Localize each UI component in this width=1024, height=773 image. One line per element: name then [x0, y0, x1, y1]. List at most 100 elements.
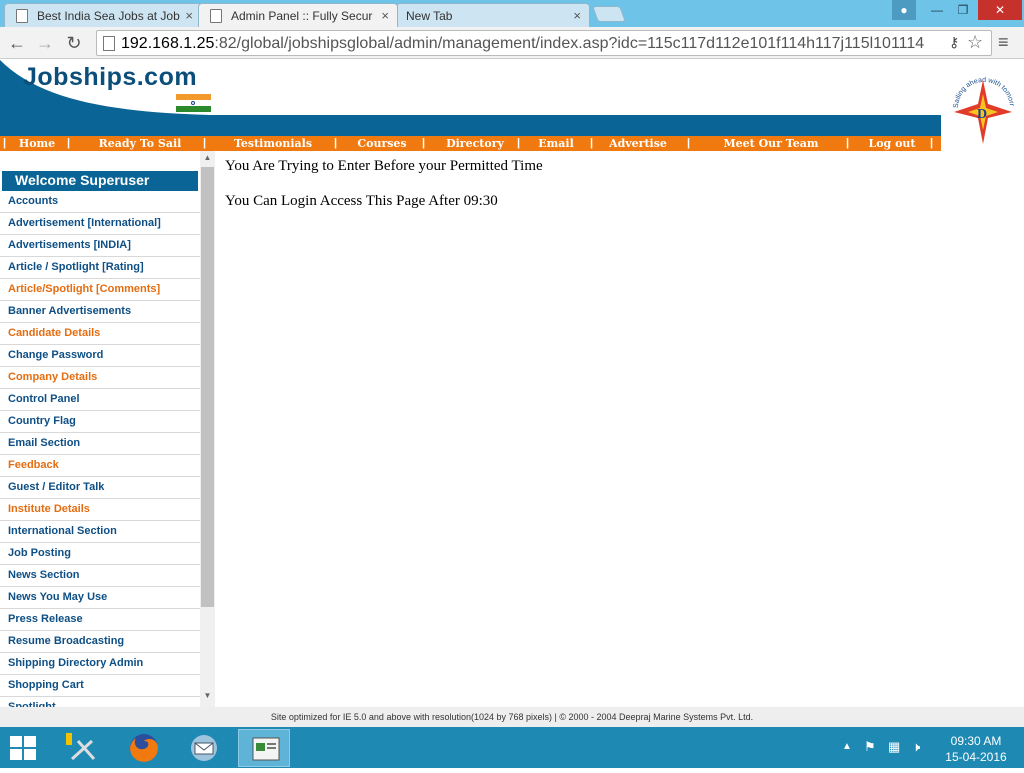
bookmark-star-icon[interactable]: ☆: [967, 32, 983, 53]
nav-meet-our-team[interactable]: Meet Our Team: [700, 136, 842, 151]
url-host: 192.168.1.25: [121, 35, 215, 52]
page-icon: [16, 9, 28, 23]
page-footer: Site optimized for IE 5.0 and above with…: [0, 707, 1024, 727]
site-logo[interactable]: Jobships.com: [23, 63, 197, 92]
minimize-button[interactable]: —: [924, 0, 950, 20]
tools-app-icon[interactable]: [58, 729, 110, 767]
sidebar-item-resume-broadcasting[interactable]: Resume Broadcasting: [0, 631, 200, 653]
address-bar[interactable]: 192.168.1.25:82/global/jobshipsglobal/ad…: [96, 30, 992, 56]
sidebar-item-article-spotlight-comments[interactable]: Article/Spotlight [Comments]: [0, 279, 200, 301]
page-icon: [103, 36, 115, 51]
sidebar-item-international-section[interactable]: International Section: [0, 521, 200, 543]
scroll-down-icon[interactable]: ▼: [200, 691, 215, 700]
key-icon[interactable]: ⚷: [949, 34, 959, 51]
nav-separator: |: [3, 137, 7, 149]
url-text: 192.168.1.25:82/global/jobshipsglobal/ad…: [121, 35, 924, 53]
clock-date: 15-04-2016: [945, 750, 1007, 764]
svg-text:D: D: [977, 107, 987, 122]
nav-home[interactable]: Home: [14, 136, 60, 151]
windows-taskbar: ▲ ⚑ ▦ 🕨 09:30 AM 15-04-2016: [0, 727, 1024, 768]
company-seal-logo: Sailing ahead with tomorrow D: [942, 64, 1015, 144]
nav-separator: |: [517, 137, 521, 149]
nav-directory[interactable]: Directory: [436, 136, 514, 151]
tab-title: Admin Panel :: Fully Secur: [231, 9, 373, 23]
page-icon: [210, 9, 222, 23]
sidebar-item-accounts[interactable]: Accounts: [0, 191, 200, 213]
network-icon[interactable]: ▦: [888, 739, 900, 755]
close-window-button[interactable]: ✕: [978, 0, 1022, 20]
sidebar-item-job-posting[interactable]: Job Posting: [0, 543, 200, 565]
top-navigation: | Home | Ready To Sail | Testimonials | …: [0, 136, 941, 151]
sidebar-item-spotlight[interactable]: Spotlight: [0, 697, 200, 707]
sidebar-item-institute-details[interactable]: Institute Details: [0, 499, 200, 521]
nav-log-out[interactable]: Log out: [856, 136, 928, 151]
nav-email[interactable]: Email: [528, 136, 584, 151]
nav-testimonials[interactable]: Testimonials: [222, 136, 324, 151]
nav-separator: |: [67, 137, 71, 149]
forward-icon[interactable]: →: [34, 32, 56, 54]
user-icon[interactable]: ●: [892, 0, 916, 20]
new-tab-button[interactable]: [592, 6, 626, 22]
sidebar-item-company-details[interactable]: Company Details: [0, 367, 200, 389]
sidebar-item-banner-advertisements[interactable]: Banner Advertisements: [0, 301, 200, 323]
back-icon[interactable]: ←: [6, 32, 28, 54]
system-clock[interactable]: 09:30 AM 15-04-2016: [936, 733, 1016, 765]
tab-title: New Tab: [406, 9, 453, 23]
reload-icon[interactable]: ↻: [63, 32, 85, 54]
sidebar-item-press-release[interactable]: Press Release: [0, 609, 200, 631]
close-icon[interactable]: ×: [573, 8, 581, 23]
close-icon[interactable]: ×: [381, 8, 389, 23]
windows-start-icon[interactable]: [10, 736, 36, 760]
sidebar-item-country-flag[interactable]: Country Flag: [0, 411, 200, 433]
tab-new-tab[interactable]: New Tab ×: [396, 3, 590, 27]
sidebar-item-shopping-cart[interactable]: Shopping Cart: [0, 675, 200, 697]
nav-separator: |: [687, 137, 691, 149]
site-banner: Jobships.com: [0, 60, 941, 136]
nav-courses[interactable]: Courses: [346, 136, 418, 151]
flag-icon[interactable]: ⚑: [864, 739, 876, 755]
volume-muted-icon[interactable]: 🕨: [912, 739, 920, 755]
nav-separator: |: [846, 137, 850, 149]
nav-separator: |: [334, 137, 338, 149]
sidebar-item-candidate-details[interactable]: Candidate Details: [0, 323, 200, 345]
sidebar-item-advertisement-international[interactable]: Advertisement [International]: [0, 213, 200, 235]
scroll-up-icon[interactable]: ▲: [200, 153, 215, 162]
tab-best-india-sea-jobs[interactable]: Best India Sea Jobs at Job ×: [4, 3, 202, 27]
sidebar-item-control-panel[interactable]: Control Panel: [0, 389, 200, 411]
thunderbird-icon[interactable]: [178, 729, 230, 767]
sidebar-item-advertisements-india[interactable]: Advertisements [INDIA]: [0, 235, 200, 257]
access-denied-message: You Are Trying to Enter Before your Perm…: [225, 158, 543, 174]
sidebar-item-feedback[interactable]: Feedback: [0, 455, 200, 477]
web-page: Jobships.com Sailing ahead with tomorrow…: [0, 60, 1024, 727]
browser-toolbar: ← → ↻ 192.168.1.25:82/global/jobshipsglo…: [0, 27, 1024, 59]
sidebar-item-news-section[interactable]: News Section: [0, 565, 200, 587]
maximize-button[interactable]: ❐: [950, 0, 976, 20]
show-hidden-icons-icon[interactable]: ▲: [842, 741, 852, 752]
url-path: :82/global/jobshipsglobal/admin/manageme…: [214, 35, 925, 52]
sidebar-item-change-password[interactable]: Change Password: [0, 345, 200, 367]
tab-title: Best India Sea Jobs at Job: [37, 9, 180, 23]
menu-icon[interactable]: ≡: [998, 33, 1016, 53]
nav-separator: |: [590, 137, 594, 149]
nav-advertise[interactable]: Advertise: [598, 136, 678, 151]
browser-window-taskbar-button[interactable]: [238, 729, 290, 767]
india-flag-icon: [176, 94, 211, 112]
firefox-icon[interactable]: [118, 729, 170, 767]
nav-separator: |: [422, 137, 426, 149]
sidebar-item-news-you-may-use[interactable]: News You May Use: [0, 587, 200, 609]
scrollbar-thumb[interactable]: [201, 167, 214, 607]
clock-time: 09:30 AM: [950, 734, 1002, 748]
admin-menu: Accounts Advertisement [International] Adv…: [0, 191, 200, 707]
nav-separator: |: [203, 137, 207, 149]
nav-ready-to-sail[interactable]: Ready To Sail: [86, 136, 194, 151]
welcome-heading: Welcome Superuser: [2, 171, 198, 191]
close-icon[interactable]: ×: [185, 8, 193, 23]
sidebar-item-shipping-directory-admin[interactable]: Shipping Directory Admin: [0, 653, 200, 675]
browser-titlebar: Best India Sea Jobs at Job × Admin Panel…: [0, 0, 1024, 27]
tab-admin-panel[interactable]: Admin Panel :: Fully Secur ×: [198, 3, 398, 27]
access-time-message: You Can Login Access This Page After 09:…: [225, 193, 498, 209]
main-content: You Are Trying to Enter Before your Perm…: [225, 158, 543, 228]
sidebar-item-email-section[interactable]: Email Section: [0, 433, 200, 455]
sidebar-item-guest-editor-talk[interactable]: Guest / Editor Talk: [0, 477, 200, 499]
sidebar-item-article-spotlight-rating[interactable]: Article / Spotlight [Rating]: [0, 257, 200, 279]
